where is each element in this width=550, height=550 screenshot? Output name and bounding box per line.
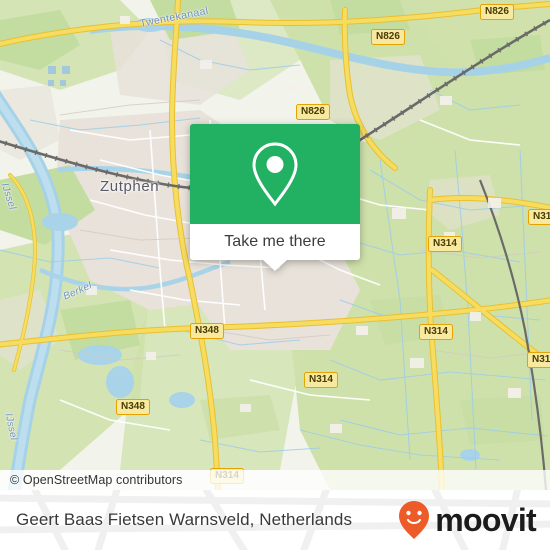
callout-footer[interactable]: Take me there	[190, 224, 360, 271]
callout-header	[190, 124, 360, 224]
attribution-text: © OpenStreetMap contributors	[10, 473, 183, 487]
road-shield-n314-a[interactable]: N314	[428, 236, 462, 252]
road-shield-n314-c[interactable]: N314	[304, 372, 338, 388]
take-me-there-label: Take me there	[224, 233, 326, 250]
callout-pointer	[263, 260, 287, 271]
road-shield-n314-b[interactable]: N314	[419, 324, 453, 340]
moovit-wordmark: moovit	[435, 502, 536, 538]
road-shield-n826-a[interactable]: N826	[371, 29, 405, 45]
footer-bar: Geert Baas Fietsen Warnsveld, Netherland…	[0, 490, 550, 550]
map-label-zutphen: Zutphen	[100, 178, 160, 195]
road-shield-n348-a[interactable]: N348	[190, 323, 224, 339]
moovit-pin-smiley-icon	[399, 501, 430, 539]
moovit-brand: moovit	[397, 490, 537, 550]
road-shield-n314-e[interactable]: N314	[527, 352, 550, 368]
map-attribution-bar: © OpenStreetMap contributors	[0, 470, 550, 490]
road-shield-n826-c[interactable]: N826	[296, 104, 330, 120]
road-shield-n314-d[interactable]: N314	[528, 209, 550, 225]
location-title: Geert Baas Fietsen Warnsveld, Netherland…	[16, 510, 353, 529]
moovit-map-screenshot: Zutphen Twentekanaal IJssel IJssel Berke…	[0, 0, 550, 550]
road-shield-n348-b[interactable]: N348	[116, 399, 150, 415]
take-me-there-callout[interactable]: Take me there	[190, 124, 360, 271]
map-pin-icon	[252, 142, 298, 207]
road-shield-n826-b[interactable]: N826	[480, 4, 514, 20]
